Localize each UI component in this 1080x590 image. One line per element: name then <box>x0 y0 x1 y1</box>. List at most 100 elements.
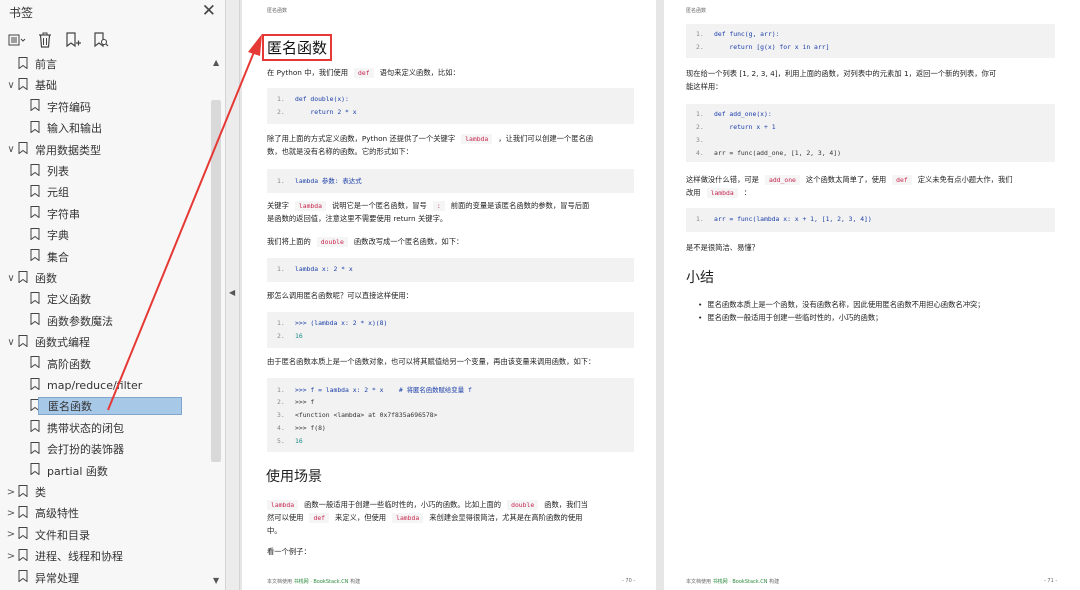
bookmark-search-icon[interactable] <box>92 31 110 49</box>
chevron-right-icon[interactable]: > <box>6 487 16 498</box>
bookmark-item[interactable]: 匿名函数 <box>18 396 182 416</box>
bookmark-item[interactable]: 列表 <box>18 161 69 181</box>
code-block: 1. arr = func(lambda x: x + 1, [1, 2, 3, … <box>686 208 1055 232</box>
bookmark-item[interactable]: ∨ 常用数据类型 <box>6 140 101 160</box>
paragraph: 这样做没什么错，可是 add_one 这个函数太简单了，使用 def 定义未免有点小题大… <box>686 175 1013 185</box>
chevron-down-icon[interactable]: ∨ <box>6 337 16 348</box>
bookmark-label: 字典 <box>47 229 69 243</box>
paragraph: 那怎么调用匿名函数呢？可以直接这样使用： <box>267 291 413 300</box>
bookmark-item[interactable]: 字符编码 <box>18 97 91 117</box>
page-header: 匿名函数 <box>267 8 288 14</box>
bookmark-item[interactable]: 前言 <box>6 54 57 74</box>
inline-code: lambda <box>294 201 326 211</box>
section-heading: 使用场景 <box>266 469 322 485</box>
bookmark-item[interactable]: 字典 <box>18 225 69 245</box>
bookmark-icon <box>30 120 47 136</box>
bookmark-item[interactable]: 携带状态的闭包 <box>18 418 124 438</box>
bookmarks-toolbar <box>8 30 110 50</box>
bookmark-item[interactable]: 高阶函数 <box>18 354 91 374</box>
chevron-down-icon[interactable]: ∨ <box>6 144 16 155</box>
bookmark-icon <box>30 249 47 264</box>
page-footer: 本文档使用 书栈网 · BookStack.CN 构建 <box>267 579 361 585</box>
inline-code: add_one <box>764 175 800 185</box>
code-line: 1. arr = func(lambda x: x + 1, [1, 2, 3, … <box>696 215 872 223</box>
code-line: 1. >>> (lambda x: 2 * x)(8) <box>277 319 388 327</box>
bookmark-icon <box>18 270 35 286</box>
bookmark-item[interactable]: 定义函数 <box>18 289 91 309</box>
bookmark-label: 基础 <box>35 79 57 93</box>
close-icon[interactable]: ✕ <box>202 1 216 21</box>
bookmark-item[interactable]: 会打扮的装饰器 <box>18 439 124 459</box>
code-line: 2. return [g(x) for x in arr] <box>696 43 830 51</box>
bookmark-icon <box>18 334 35 350</box>
bookmark-item[interactable]: partial 函数 <box>18 461 108 481</box>
document-page-71: 匿名函数 1. def func(g, arr): 2. return [g(x)… <box>664 0 1080 590</box>
paragraph: 能这样用： <box>686 82 723 91</box>
chevron-down-icon[interactable]: ∨ <box>6 80 16 91</box>
bookmark-label: 会打扮的装饰器 <box>47 443 124 457</box>
bookmark-icon <box>18 56 35 72</box>
paragraph: 由于匿名函数本质上是一个函数对象，也可以将其赋值给另一个变量，再由该变量来调用函… <box>267 357 596 366</box>
list-view-icon[interactable] <box>8 31 26 49</box>
bookmark-icon <box>30 184 47 200</box>
collapse-left-icon[interactable]: ◀ <box>229 288 235 297</box>
bookmark-item[interactable]: 字符串 <box>18 204 80 224</box>
code-block: 1. def double(x): 2. return 2 * x <box>267 88 634 124</box>
bookmark-item[interactable]: 异常处理 <box>6 568 79 588</box>
chevron-down-icon[interactable]: ∨ <box>6 273 16 284</box>
bookmark-item[interactable]: 函数参数魔法 <box>18 311 113 331</box>
bookmark-item[interactable]: > 进程、线程和协程 <box>6 546 123 566</box>
bookmark-icon <box>18 142 35 157</box>
bookmark-item[interactable]: map/reduce/filter <box>18 375 142 395</box>
bookmark-item[interactable]: > 类 <box>6 482 46 502</box>
code-line: 3. <box>696 136 704 144</box>
delete-bookmark-icon[interactable] <box>36 31 54 49</box>
bookmarks-title: 书签 <box>9 6 34 20</box>
chevron-right-icon[interactable]: > <box>6 529 16 540</box>
bookmark-item[interactable]: ∨ 基础 <box>6 75 57 95</box>
add-bookmark-icon[interactable] <box>64 31 82 49</box>
inline-code: double <box>316 237 348 247</box>
bookmark-item[interactable]: 集合 <box>18 247 69 267</box>
code-line: 2. >>> f <box>277 398 315 406</box>
paragraph: 关键字 lambda 说明它是一个匿名函数，冒号: 前面的变量是该匿名函数的参数，冒号… <box>267 201 590 211</box>
bookmark-item[interactable]: > 高级特性 <box>6 503 79 523</box>
page-number: - 71 - <box>1044 578 1058 584</box>
code-line: 2. return 2 * x <box>277 108 357 116</box>
bookmark-item[interactable]: > 文件和目录 <box>6 525 90 545</box>
bookmark-icon <box>30 420 47 435</box>
paragraph: 数，也就是没有名称的函数。它的形式如下： <box>267 147 413 156</box>
paragraph: 现在给一个列表 [1, 2, 3, 4]，利用上面的函数，对列表中的元素加 1，… <box>686 69 997 78</box>
paragraph: 是函数的返回值，注意这里不需要使用 return 关键字。 <box>267 214 448 223</box>
chevron-right-icon[interactable]: > <box>6 508 16 519</box>
bookmark-label: 输入和输出 <box>47 122 102 136</box>
scroll-down-icon[interactable]: ▼ <box>213 576 219 585</box>
bookmark-label: 类 <box>35 486 46 499</box>
scroll-up-icon[interactable]: ▲ <box>213 58 219 67</box>
bookmark-label: 携带状态的闭包 <box>47 421 124 435</box>
bookmark-icon <box>30 441 47 457</box>
inline-code: lambda <box>392 513 424 523</box>
paragraph: 是不是很简洁、易懂？ <box>686 243 759 252</box>
bookmark-icon <box>18 77 35 93</box>
bookmark-label: 进程、线程和协程 <box>35 550 123 564</box>
section-heading: 小结 <box>686 270 714 286</box>
list-item: 匿名函数本质上是一个函数，没有函数名称，因此使用匿名函数不用担心函数名冲突； <box>698 298 984 311</box>
bookmark-item[interactable]: ∨ 函数 <box>6 268 57 288</box>
page-header: 匿名函数 <box>686 8 707 14</box>
bookmark-item[interactable]: ∨ 函数式编程 <box>6 332 90 352</box>
bookmark-label: 匿名函数 <box>38 397 182 416</box>
chevron-right-icon[interactable]: > <box>6 551 16 562</box>
code-line: 4. >>> f(8) <box>277 424 326 432</box>
sidebar-collapse-strip[interactable]: ◀ <box>226 0 240 590</box>
page-number: - 70 - <box>622 578 636 584</box>
bookmark-label: 函数 <box>35 272 57 285</box>
scrollbar-thumb[interactable] <box>211 100 221 462</box>
bookmarks-scrollbar[interactable]: ▲ ▼ <box>210 54 222 590</box>
paragraph: 我们将上面的 double 函数改写成一个匿名函数，如下： <box>267 237 464 247</box>
bookmark-icon <box>30 206 47 221</box>
bookmark-label: 函数式编程 <box>35 336 90 350</box>
bookmark-item[interactable]: 元组 <box>18 182 69 202</box>
bookmark-item[interactable]: 输入和输出 <box>18 118 102 138</box>
bookmark-icon <box>18 484 35 500</box>
